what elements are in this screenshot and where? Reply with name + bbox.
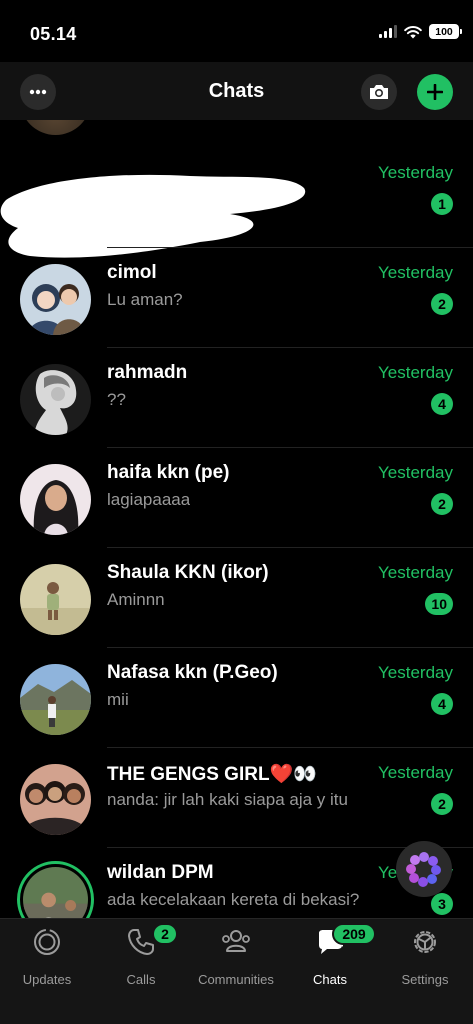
status-icons: 100 bbox=[379, 24, 462, 39]
new-chat-button[interactable] bbox=[417, 74, 453, 110]
chat-time: Yesterday bbox=[378, 363, 453, 382]
status-bar: 05.14 100 bbox=[0, 0, 473, 62]
chat-preview: Aminnn bbox=[107, 590, 165, 609]
unread-badge: 2 bbox=[431, 293, 453, 315]
tab-calls[interactable]: 2 Calls bbox=[94, 923, 188, 993]
camera-icon bbox=[370, 85, 388, 99]
unread-badge: 3 bbox=[431, 893, 453, 915]
tab-label: Updates bbox=[22, 972, 72, 987]
tab-communities[interactable]: Communities bbox=[189, 927, 283, 993]
avatar bbox=[20, 464, 91, 535]
chat-preview: lagiapaaaa bbox=[107, 490, 191, 509]
tab-label: Calls bbox=[126, 972, 156, 987]
avatar bbox=[20, 764, 91, 835]
partial-avatar bbox=[20, 120, 91, 135]
chat-preview: ?? bbox=[107, 390, 126, 409]
avatar bbox=[20, 264, 91, 335]
tab-label: Chats bbox=[313, 972, 347, 987]
chat-name: Shaula KKN (ikor) bbox=[107, 562, 269, 583]
chat-time: Yesterday bbox=[378, 163, 453, 182]
avatar bbox=[20, 564, 91, 635]
chat-row-the-gengs-girl[interactable]: THE GENGS GIRL❤️👀 nanda: jir lah kaki si… bbox=[0, 748, 473, 848]
chat-preview: mii bbox=[107, 690, 129, 709]
bottom-tab-bar: Updates 2 Calls Communities 209 Chats Se… bbox=[0, 918, 473, 1024]
avatar-with-status-ring bbox=[17, 861, 94, 918]
unread-badge: 1 bbox=[431, 193, 453, 215]
updates-icon bbox=[34, 929, 60, 955]
chat-row-cimol[interactable]: cimol Lu aman? Yesterday 2 bbox=[0, 248, 473, 348]
tab-chats[interactable]: 209 Chats bbox=[283, 923, 377, 993]
chat-time: Yesterday bbox=[378, 663, 453, 682]
cellular-signal-icon bbox=[379, 25, 397, 38]
status-time: 05.14 bbox=[30, 24, 77, 44]
chat-time: Yesterday bbox=[378, 263, 453, 282]
chat-name: Nafasa kkn (P.Geo) bbox=[107, 662, 278, 683]
unread-badge: 10 bbox=[425, 593, 453, 615]
unread-badge: 4 bbox=[431, 693, 453, 715]
meta-ai-button[interactable] bbox=[396, 841, 452, 897]
chat-time: Yesterday bbox=[378, 563, 453, 582]
unread-badge: 2 bbox=[431, 493, 453, 515]
chat-row-shaula[interactable]: Shaula KKN (ikor) Aminnn Yesterday 10 bbox=[0, 548, 473, 648]
meta-ai-ring-icon bbox=[406, 852, 441, 887]
chat-time: Yesterday bbox=[378, 463, 453, 482]
tab-label: Settings bbox=[401, 972, 449, 987]
tab-settings[interactable]: Settings bbox=[378, 927, 472, 993]
unread-badge: 4 bbox=[431, 393, 453, 415]
settings-gear-icon bbox=[414, 931, 436, 953]
chat-row-rahmadn[interactable]: rahmadn ?? Yesterday 4 bbox=[0, 348, 473, 448]
chat-preview: nanda: jir lah kaki siapa aja y itu bbox=[107, 790, 348, 809]
communities-icon bbox=[222, 930, 250, 952]
chat-name: haifa kkn (pe) bbox=[107, 462, 230, 483]
wifi-icon bbox=[404, 25, 422, 38]
calls-badge: 2 bbox=[152, 923, 178, 945]
chats-header: Chats bbox=[0, 62, 473, 120]
camera-button[interactable] bbox=[361, 74, 397, 110]
chat-row-haifa[interactable]: haifa kkn (pe) lagiapaaaa Yesterday 2 bbox=[0, 448, 473, 548]
chat-name: THE GENGS GIRL❤️👀 bbox=[107, 764, 317, 785]
battery-indicator: 100 bbox=[429, 24, 462, 39]
chat-name: rahmadn bbox=[107, 362, 188, 383]
unread-badge: 2 bbox=[431, 793, 453, 815]
page-title: Chats bbox=[208, 80, 265, 102]
tab-updates[interactable]: Updates bbox=[0, 927, 94, 993]
avatar bbox=[20, 664, 91, 735]
chat-preview: Lu aman? bbox=[107, 290, 183, 309]
avatar bbox=[20, 364, 91, 435]
chat-preview: ada kecelakaan kereta di bekasi? bbox=[107, 890, 360, 909]
chat-name: wildan DPM bbox=[107, 862, 214, 883]
chat-row-redacted[interactable]: Yesterday 1 bbox=[0, 148, 473, 258]
chat-row-nafasa[interactable]: Nafasa kkn (P.Geo) mii Yesterday 4 bbox=[0, 648, 473, 748]
plus-icon bbox=[427, 84, 443, 100]
chats-badge: 209 bbox=[332, 923, 376, 945]
chat-list[interactable]: Yesterday 1 cimol Lu aman? Yesterday 2 r… bbox=[0, 120, 473, 918]
chat-name: cimol bbox=[107, 262, 157, 283]
chat-time: Yesterday bbox=[378, 763, 453, 782]
tab-label: Communities bbox=[198, 972, 274, 987]
